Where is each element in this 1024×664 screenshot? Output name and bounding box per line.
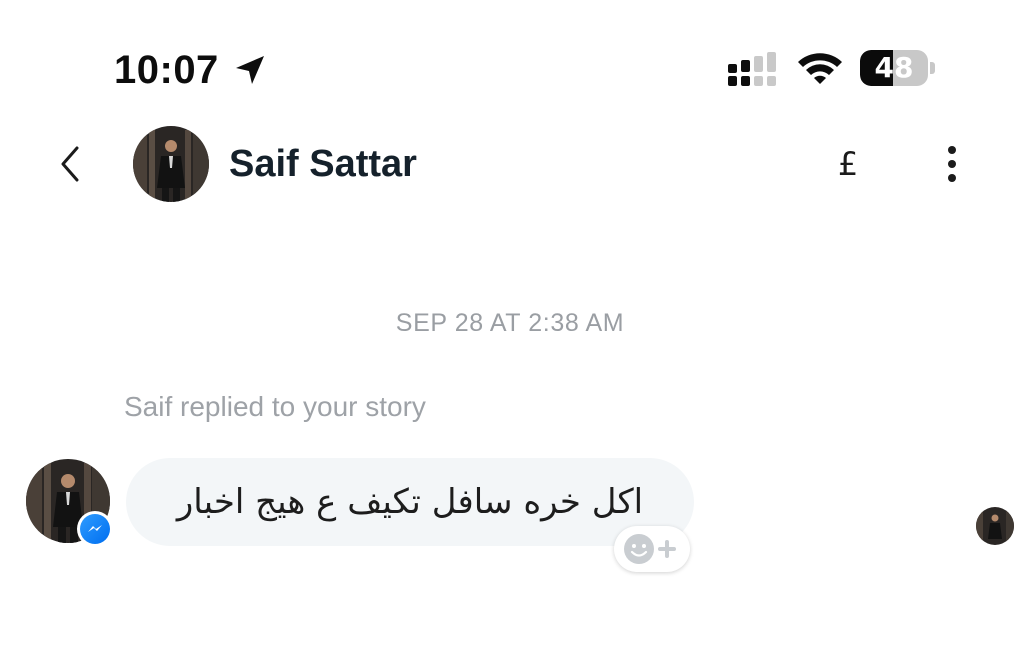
more-vertical-icon — [948, 146, 956, 182]
wifi-icon — [798, 53, 842, 84]
cellular-signal-icon — [728, 52, 776, 86]
back-chevron-icon — [61, 146, 79, 182]
battery-icon: 48 — [860, 50, 936, 88]
back-button[interactable] — [48, 140, 92, 188]
status-time: 10:07 — [114, 48, 219, 92]
read-receipt-avatar — [976, 507, 1014, 545]
battery-percent: 48 — [874, 51, 914, 84]
message-timestamp: SEP 28 AT 2:38 AM — [395, 309, 625, 337]
messenger-badge-icon — [77, 511, 113, 547]
message-bubble[interactable]: اكل خره سافل تكيف ع هيج اخبار — [126, 458, 694, 546]
contact-name[interactable]: Saif Sattar — [229, 140, 417, 188]
location-arrow-icon — [236, 56, 264, 84]
message-text: اكل خره سافل تكيف ع هيج اخبار — [176, 482, 644, 522]
add-reaction-button[interactable] — [614, 526, 690, 572]
story-reply-note: Saif replied to your story — [124, 391, 426, 422]
pound-button[interactable]: £ — [826, 140, 870, 188]
contact-avatar[interactable] — [133, 126, 209, 202]
more-options-button[interactable] — [936, 140, 968, 188]
add-reaction-icon — [624, 534, 676, 564]
